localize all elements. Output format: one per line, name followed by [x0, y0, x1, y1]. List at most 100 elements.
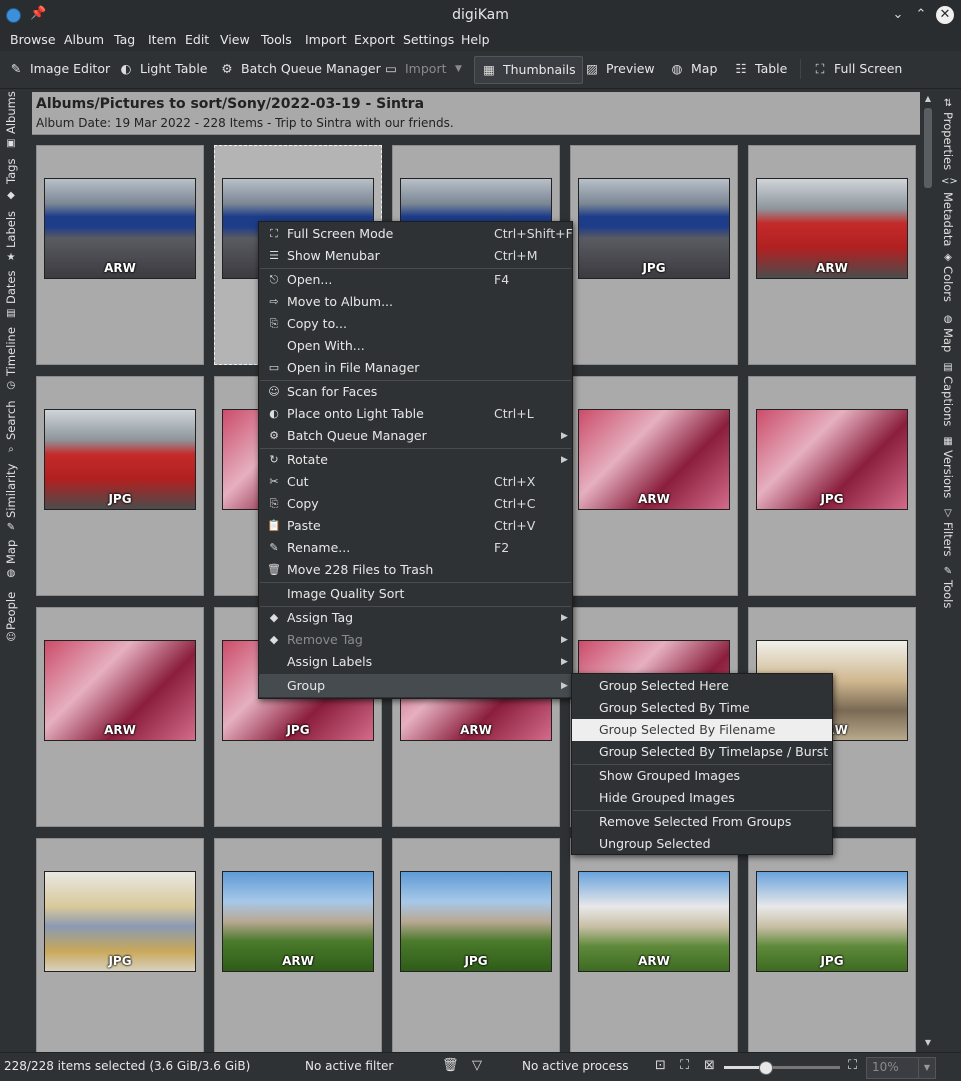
preview-button[interactable]: ▨ Preview — [584, 56, 655, 82]
thumbnail-image[interactable]: ARW — [756, 178, 908, 279]
menu-item[interactable]: Item — [148, 32, 176, 47]
menu-help[interactable]: Help — [461, 32, 490, 47]
tab-properties[interactable]: Properties — [941, 112, 955, 170]
tab-metadata[interactable]: Metadata — [941, 192, 955, 246]
thumbnail-cell[interactable]: ARW — [214, 838, 382, 1052]
import-dropdown-icon[interactable]: ▼ — [455, 56, 462, 82]
submenu-item-group-selected-here[interactable]: Group Selected Here — [572, 675, 832, 697]
table-button[interactable]: ☷ Table — [733, 56, 787, 82]
tab-similarity[interactable]: Similarity — [4, 464, 18, 518]
menu-item-open-in-file-manager[interactable]: ▭ Open in File Manager — [259, 357, 572, 379]
thumbnail-image[interactable]: ARW — [44, 640, 196, 741]
tab-filters[interactable]: Filters — [941, 522, 955, 556]
submenu-item-group-selected-by-filename[interactable]: Group Selected By Filename — [572, 719, 832, 741]
thumbnail-cell[interactable]: JPG — [36, 376, 204, 596]
thumbnail-cell[interactable]: ARW — [748, 145, 916, 365]
light-table-button[interactable]: ◐ Light Table — [118, 56, 208, 82]
menu-item-remove-tag[interactable]: ◆ Remove Tag ▶ — [259, 629, 572, 651]
menu-tag[interactable]: Tag — [114, 32, 135, 47]
menu-tools[interactable]: Tools — [261, 32, 292, 47]
tab-tools[interactable]: Tools — [941, 580, 955, 608]
tab-dates[interactable]: Dates — [4, 271, 18, 304]
menu-item-batch-queue-manager[interactable]: ⚙ Batch Queue Manager ▶ — [259, 425, 572, 447]
submenu-item-hide-grouped-images[interactable]: Hide Grouped Images — [572, 787, 832, 809]
menu-item-rename[interactable]: ✎ Rename... F2 — [259, 537, 572, 559]
thumbnail-image[interactable]: JPG — [756, 871, 908, 972]
zoom-fit-icon[interactable]: ⊡ — [655, 1058, 666, 1073]
menu-album[interactable]: Album — [64, 32, 104, 47]
menu-edit[interactable]: Edit — [185, 32, 209, 47]
thumbnails-button[interactable]: ▦ Thumbnails — [474, 56, 583, 84]
thumbnail-cell[interactable]: JPG — [392, 838, 560, 1052]
zoom-dropdown-icon[interactable]: ▼ — [918, 1058, 935, 1078]
tab-tags[interactable]: Tags — [4, 159, 18, 184]
tab-timeline[interactable]: Timeline — [4, 327, 18, 376]
thumbnail-image[interactable]: ARW — [44, 178, 196, 279]
menu-item-assign-labels[interactable]: Assign Labels ▶ — [259, 651, 572, 673]
menu-browse[interactable]: Browse — [10, 32, 56, 47]
tab-captions[interactable]: Captions — [941, 376, 955, 426]
maximize-icon[interactable]: ⌃ — [911, 5, 931, 25]
menu-item-place-onto-light-table[interactable]: ◐ Place onto Light Table Ctrl+L — [259, 403, 572, 425]
vertical-scrollbar[interactable]: ▲ ▼ — [922, 92, 934, 1050]
menu-item-copy[interactable]: ⎘ Copy Ctrl+C — [259, 493, 572, 515]
menu-item-open-with[interactable]: Open With... — [259, 335, 572, 357]
full-screen-button[interactable]: ⛶ Full Screen — [812, 56, 903, 82]
zoom-100-icon[interactable]: ⊠ — [704, 1058, 715, 1073]
tab-colors[interactable]: Colors — [941, 266, 955, 302]
zoom-slider-handle[interactable] — [758, 1061, 773, 1075]
menu-item-copy-to[interactable]: ⎘ Copy to... — [259, 313, 572, 335]
minimize-icon[interactable]: ⌄ — [888, 5, 908, 25]
close-icon[interactable]: ✕ — [936, 6, 954, 24]
tab-search[interactable]: Search — [4, 400, 18, 440]
scroll-down-icon[interactable]: ▼ — [923, 1038, 933, 1047]
menu-item-open[interactable]: ⎋ Open... F4 — [259, 269, 572, 291]
thumbnail-image[interactable]: ARW — [578, 409, 730, 510]
tab-labels[interactable]: Labels — [4, 211, 18, 248]
trash-icon[interactable]: 🗑 — [442, 1058, 459, 1073]
thumbnail-cell[interactable]: JPG — [748, 376, 916, 596]
zoom-slider[interactable] — [724, 1061, 840, 1075]
menu-item-cut[interactable]: ✂ Cut Ctrl+X — [259, 471, 572, 493]
thumbnail-image[interactable]: JPG — [44, 409, 196, 510]
zoom-fit-window-icon[interactable]: ⛶ — [680, 1058, 689, 1073]
thumbnail-cell[interactable]: ARW — [570, 838, 738, 1052]
thumbnail-cell[interactable]: JPG — [36, 838, 204, 1052]
tab-people[interactable]: People — [4, 592, 18, 630]
scrollbar-thumb[interactable] — [924, 108, 932, 188]
tab-map[interactable]: Map — [4, 540, 18, 564]
menu-item-image-quality-sort[interactable]: Image Quality Sort — [259, 583, 572, 605]
thumbnail-image[interactable]: JPG — [44, 871, 196, 972]
menu-item-rotate[interactable]: ↻ Rotate ▶ — [259, 449, 572, 471]
tab-map-right[interactable]: Map — [941, 328, 955, 352]
menu-item-group[interactable]: Group ▶ — [259, 675, 572, 697]
thumbnail-cell[interactable]: JPG — [570, 145, 738, 365]
menu-item-paste[interactable]: 📋 Paste Ctrl+V — [259, 515, 572, 537]
menu-item-full-screen-mode[interactable]: ⛶ Full Screen Mode Ctrl+Shift+F — [259, 223, 573, 245]
thumbnail-image[interactable]: ARW — [222, 871, 374, 972]
submenu-item-ungroup-selected[interactable]: Ungroup Selected — [572, 833, 832, 855]
menu-import[interactable]: Import — [305, 32, 347, 47]
thumbnail-cell[interactable]: ARW — [36, 607, 204, 827]
submenu-item-show-grouped-images[interactable]: Show Grouped Images — [572, 765, 832, 787]
thumbnail-image[interactable]: JPG — [578, 178, 730, 279]
menu-item-assign-tag[interactable]: ◆ Assign Tag ▶ — [259, 607, 572, 629]
thumbnail-cell[interactable]: ARW — [36, 145, 204, 365]
tab-versions[interactable]: Versions — [941, 450, 955, 498]
submenu-item-group-selected-by-time[interactable]: Group Selected By Time — [572, 697, 832, 719]
map-button[interactable]: ◍ Map — [669, 56, 718, 82]
menu-item-show-menubar[interactable]: ☰ Show Menubar Ctrl+M — [259, 245, 572, 267]
thumbnail-cell[interactable]: JPG — [748, 838, 916, 1052]
thumbnail-image[interactable]: JPG — [400, 871, 552, 972]
import-button[interactable]: ▭ Import — [383, 56, 446, 82]
zoom-combobox[interactable]: 10% ▼ — [866, 1057, 936, 1079]
tab-albums[interactable]: Albums — [4, 91, 18, 134]
image-editor-button[interactable]: ✎ Image Editor — [8, 56, 110, 82]
batch-queue-manager-button[interactable]: ⚙ Batch Queue Manager — [219, 56, 380, 82]
thumbnail-cell[interactable]: ARW — [570, 376, 738, 596]
menu-export[interactable]: Export — [354, 32, 395, 47]
scroll-up-icon[interactable]: ▲ — [923, 94, 933, 103]
menu-view[interactable]: View — [220, 32, 250, 47]
menu-settings[interactable]: Settings — [403, 32, 454, 47]
menu-item-move-228-files-to-trash[interactable]: 🗑 Move 228 Files to Trash — [259, 559, 572, 581]
